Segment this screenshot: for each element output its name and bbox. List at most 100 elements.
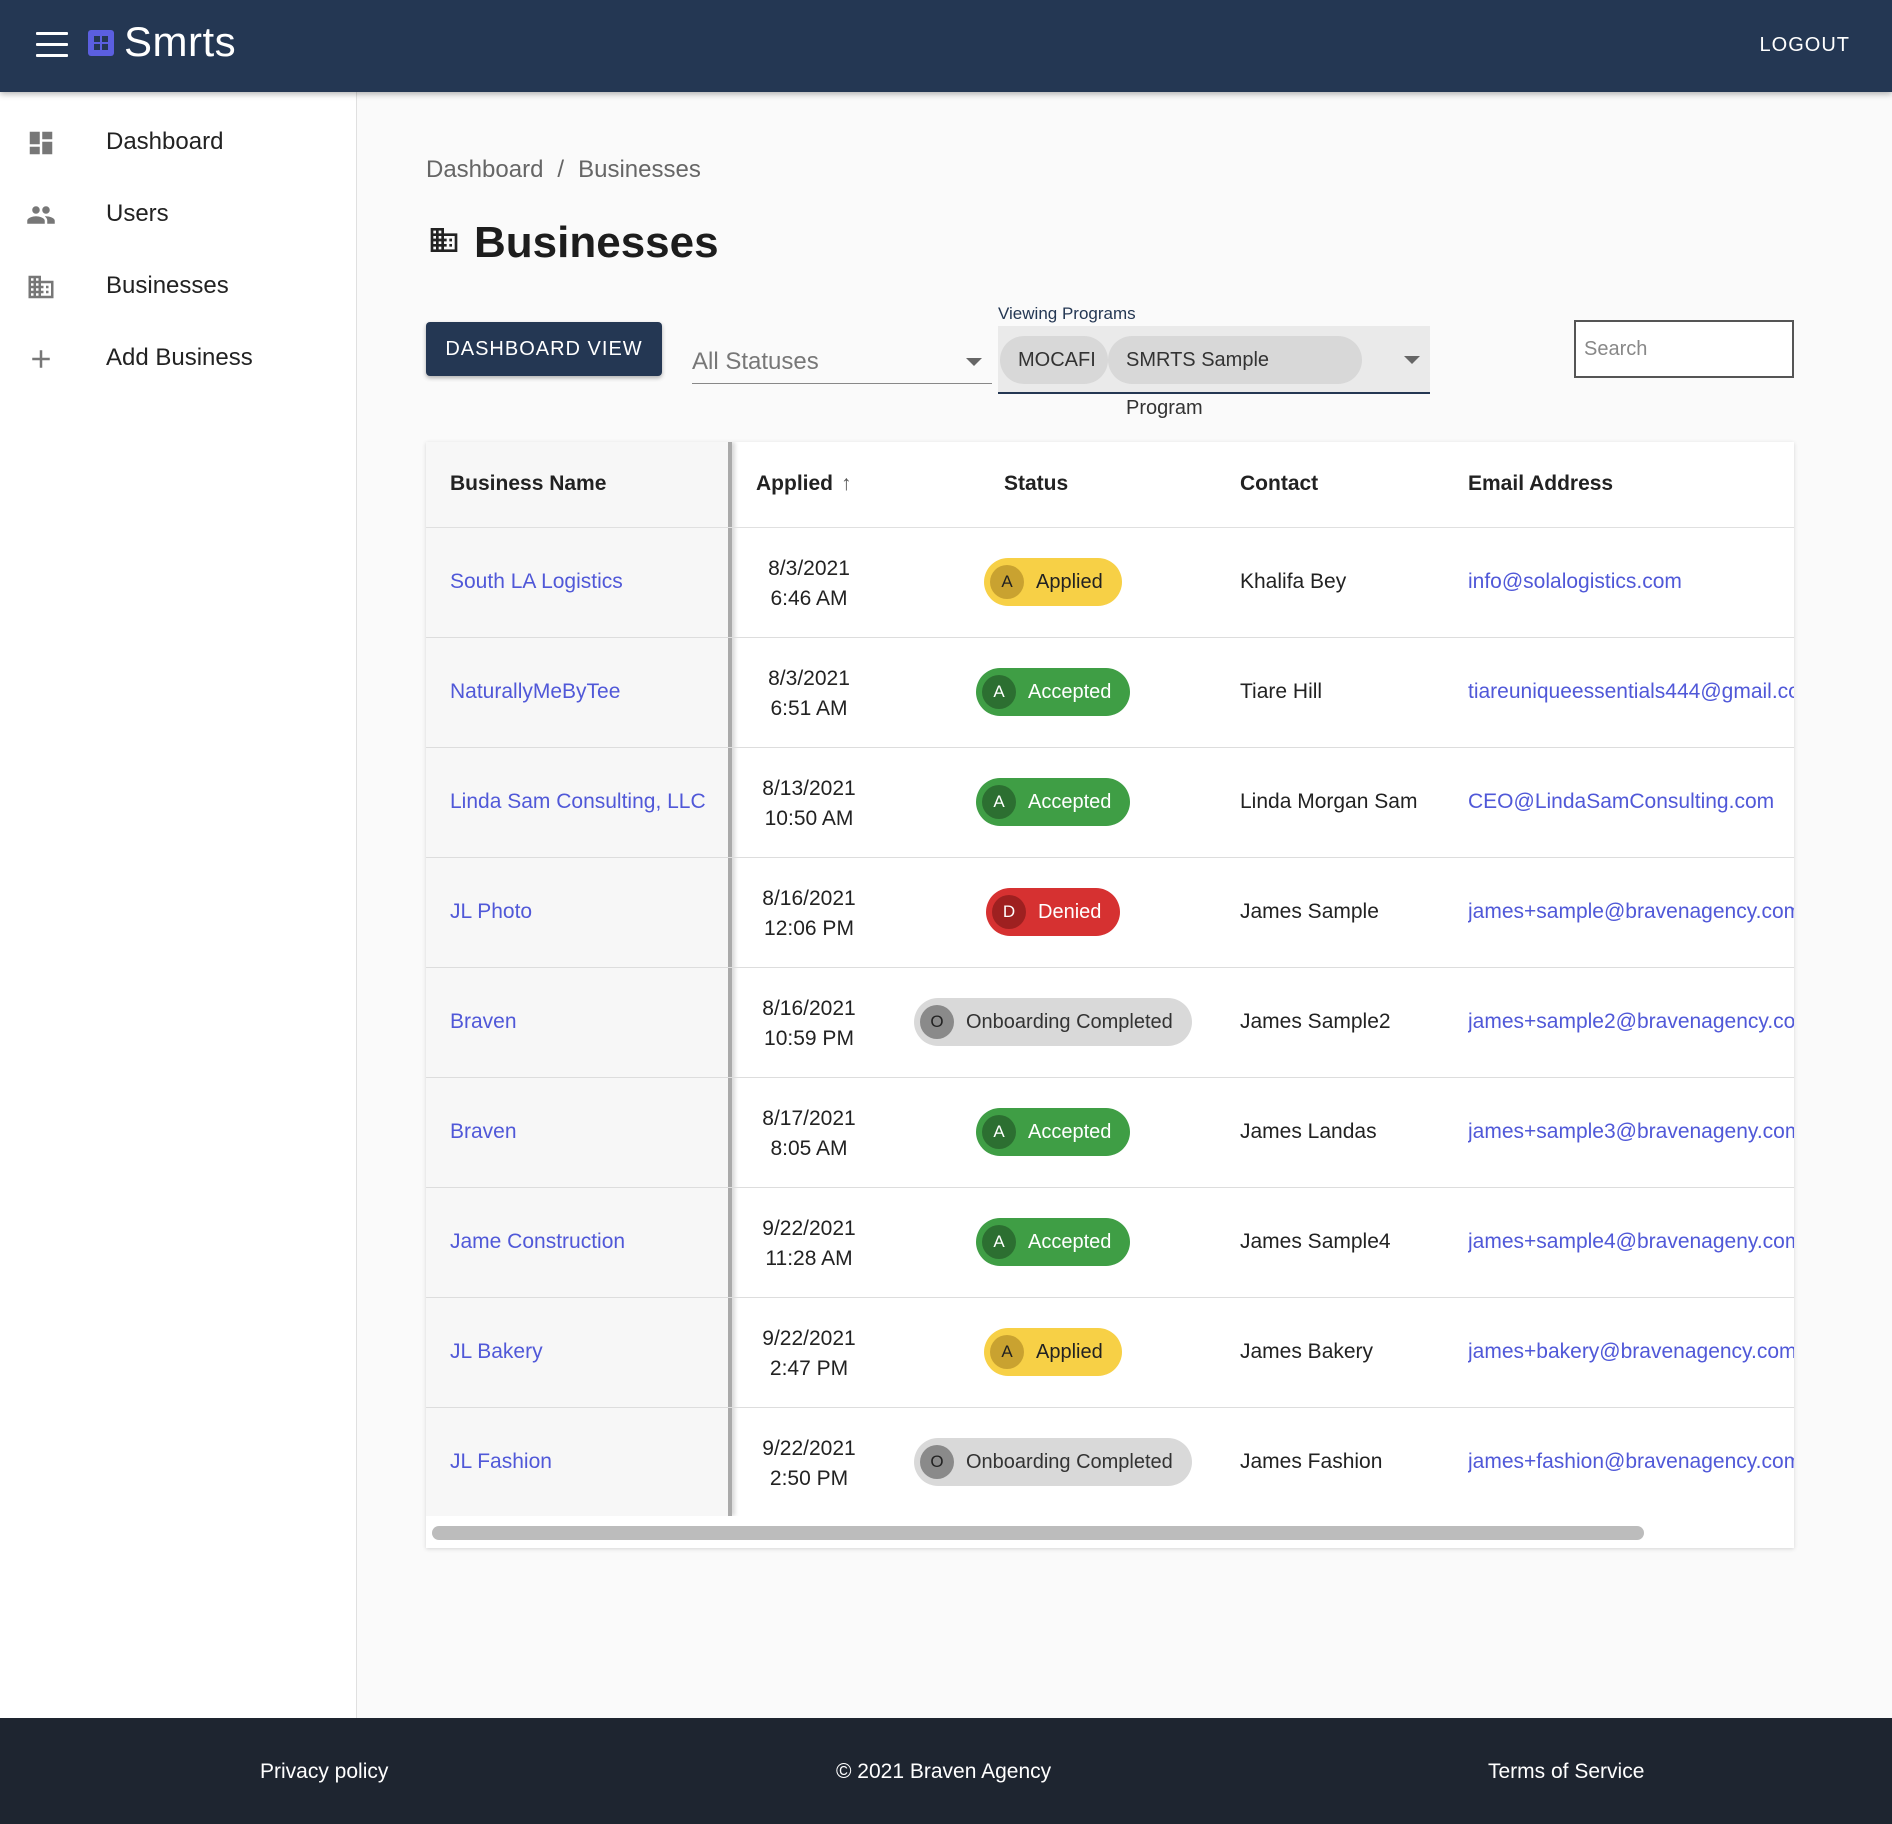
business-name-link[interactable]: JL Bakery — [450, 1340, 543, 1364]
footer: Privacy policy © 2021 Braven Agency Term… — [0, 1718, 1892, 1824]
sidebar-item-add-business[interactable]: Add Business — [0, 322, 357, 394]
business-name-link[interactable]: Jame Construction — [450, 1230, 625, 1254]
horizontal-scrollbar[interactable] — [426, 1516, 1794, 1548]
logout-button[interactable]: LOGOUT — [1760, 34, 1850, 57]
status-avatar: O — [920, 1005, 954, 1039]
users-icon — [27, 206, 55, 224]
business-name-link[interactable]: JL Fashion — [450, 1450, 552, 1474]
email-link[interactable]: james+sample4@bravenageny.com — [1468, 1230, 1794, 1254]
table-row[interactable]: Braven 8/17/2021 8:05 AM A Accepted James Lan… — [426, 1078, 1794, 1188]
program-chip[interactable]: SMRTS Sample Program — [1108, 336, 1362, 419]
page-title: Businesses — [474, 218, 719, 267]
businesses-table: Business Name Applied ↑ Status Contact Em… — [426, 442, 1794, 1548]
status-label: Applied — [1036, 571, 1103, 593]
applied-date-time: 12:06 PM — [764, 917, 854, 940]
table-row[interactable]: Linda Sam Consulting, LLC 8/13/2021 10:50 … — [426, 748, 1794, 858]
status-badge: A Accepted — [976, 1108, 1130, 1156]
sidebar-item-businesses[interactable]: Businesses — [0, 250, 357, 322]
contact-name: James Sample2 — [1240, 1010, 1391, 1033]
copyright-text: © 2021 Braven Agency — [836, 1760, 1052, 1783]
menu-icon[interactable] — [36, 32, 68, 58]
business-name-link[interactable]: Braven — [450, 1010, 517, 1034]
email-link[interactable]: CEO@LindaSamConsulting.com — [1468, 790, 1794, 814]
email-link[interactable]: james+sample2@bravenagency.com — [1468, 1010, 1794, 1034]
email-link[interactable]: james+sample@bravenagency.com — [1468, 900, 1794, 924]
column-header-business-name[interactable]: Business Name — [450, 472, 606, 496]
privacy-policy-link[interactable]: Privacy policy — [260, 1760, 388, 1784]
applied-date-day: 8/3/2021 — [768, 557, 850, 580]
table-row[interactable]: Jame Construction 9/22/2021 11:28 AM A Accep… — [426, 1188, 1794, 1298]
email-link[interactable]: james+bakery@bravenagency.com — [1468, 1340, 1794, 1364]
contact-name: Tiare Hill — [1240, 680, 1323, 703]
scrollbar-thumb[interactable] — [432, 1526, 1644, 1540]
applied-date: 9/22/2021 2:47 PM — [732, 1324, 886, 1384]
sidebar: Dashboard Users Businesses Add Business — [0, 92, 357, 1718]
programs-select[interactable]: MOCAFI SMRTS Sample Program — [998, 326, 1430, 419]
contact-name: James Sample — [1240, 900, 1379, 923]
status-label: Applied — [1036, 1341, 1103, 1363]
program-chip[interactable]: MOCAFI — [1000, 336, 1108, 384]
applied-date-time: 6:46 AM — [770, 587, 848, 610]
status-filter-value: All Statuses — [692, 348, 819, 375]
business-name-link[interactable]: JL Photo — [450, 900, 532, 924]
status-badge: A Accepted — [976, 668, 1130, 716]
applied-date: 8/3/2021 6:46 AM — [732, 554, 886, 614]
sidebar-item-label: Dashboard — [106, 128, 224, 155]
breadcrumb-item-dashboard[interactable]: Dashboard — [426, 156, 543, 183]
business-name-link[interactable]: Linda Sam Consulting, LLC — [450, 790, 706, 814]
table-row[interactable]: JL Bakery 9/22/2021 2:47 PM A Applied James B… — [426, 1298, 1794, 1408]
status-badge: O Onboarding Completed — [914, 998, 1192, 1046]
table-row[interactable]: JL Fashion 9/22/2021 2:50 PM O Onboarding Co… — [426, 1408, 1794, 1518]
status-label: Accepted — [1028, 681, 1112, 703]
business-name-link[interactable]: Braven — [450, 1120, 517, 1144]
column-header-status[interactable]: Status — [1004, 472, 1068, 496]
logo-icon — [88, 30, 114, 56]
column-header-email[interactable]: Email Address — [1468, 472, 1613, 496]
table-row[interactable]: NaturallyMeByTee 8/3/2021 6:51 AM A Accepted… — [426, 638, 1794, 748]
applied-date-day: 9/22/2021 — [762, 1327, 856, 1350]
status-label: Accepted — [1028, 791, 1112, 813]
plus-icon — [32, 350, 50, 368]
terms-of-service-link[interactable]: Terms of Service — [1488, 1760, 1644, 1784]
email-link[interactable]: tiareuniqueessentials444@gmail.com — [1468, 680, 1794, 704]
email-link[interactable]: james+fashion@bravenagency.com — [1468, 1450, 1794, 1474]
table-header: Business Name Applied ↑ Status Contact Em… — [426, 442, 1794, 528]
contact-name: Khalifa Bey — [1240, 570, 1347, 593]
status-label: Onboarding Completed — [966, 1451, 1173, 1473]
email-link[interactable]: info@solalogistics.com — [1468, 570, 1794, 594]
table-row[interactable]: Braven 8/16/2021 10:59 PM O Onboarding Compl… — [426, 968, 1794, 1078]
status-avatar: A — [982, 1115, 1016, 1149]
dashboard-view-button[interactable]: DASHBOARD VIEW — [426, 322, 662, 376]
search-input[interactable] — [1574, 320, 1794, 378]
business-name-link[interactable]: South LA Logistics — [450, 570, 623, 594]
contact-name: James Sample4 — [1240, 1230, 1391, 1253]
status-avatar: A — [982, 675, 1016, 709]
column-header-contact[interactable]: Contact — [1240, 472, 1318, 496]
breadcrumb: Dashboard / Businesses — [426, 156, 701, 184]
table-row[interactable]: South LA Logistics 8/3/2021 6:46 AM A Applie… — [426, 528, 1794, 638]
status-label: Onboarding Completed — [966, 1011, 1173, 1033]
chevron-down-icon — [1404, 356, 1420, 364]
status-filter-select[interactable]: All Statuses — [692, 340, 992, 384]
status-label: Accepted — [1028, 1121, 1112, 1143]
email-link[interactable]: james+sample3@bravenageny.com — [1468, 1120, 1794, 1144]
applied-date-time: 11:28 AM — [765, 1247, 853, 1270]
status-label: Accepted — [1028, 1231, 1112, 1253]
status-avatar: A — [990, 1335, 1024, 1369]
sidebar-item-users[interactable]: Users — [0, 178, 357, 250]
applied-date-time: 10:50 AM — [764, 807, 854, 830]
status-avatar: A — [990, 565, 1024, 599]
sidebar-item-label: Add Business — [106, 344, 253, 371]
business-name-link[interactable]: NaturallyMeByTee — [450, 680, 620, 704]
table-row[interactable]: JL Photo 8/16/2021 12:06 PM D Denied James Sa… — [426, 858, 1794, 968]
column-header-label: Applied — [756, 472, 833, 495]
contact-name: James Bakery — [1240, 1340, 1374, 1363]
contact-name: Linda Morgan Sam — [1240, 790, 1418, 813]
applied-date-time: 8:05 AM — [770, 1137, 848, 1160]
applied-date-day: 8/3/2021 — [768, 667, 850, 690]
applied-date: 8/17/2021 8:05 AM — [732, 1104, 886, 1164]
sidebar-item-dashboard[interactable]: Dashboard — [0, 106, 357, 178]
column-header-applied[interactable]: Applied ↑ — [756, 472, 852, 496]
applied-date-day: 8/13/2021 — [762, 777, 856, 800]
applied-date: 8/16/2021 10:59 PM — [732, 994, 886, 1054]
